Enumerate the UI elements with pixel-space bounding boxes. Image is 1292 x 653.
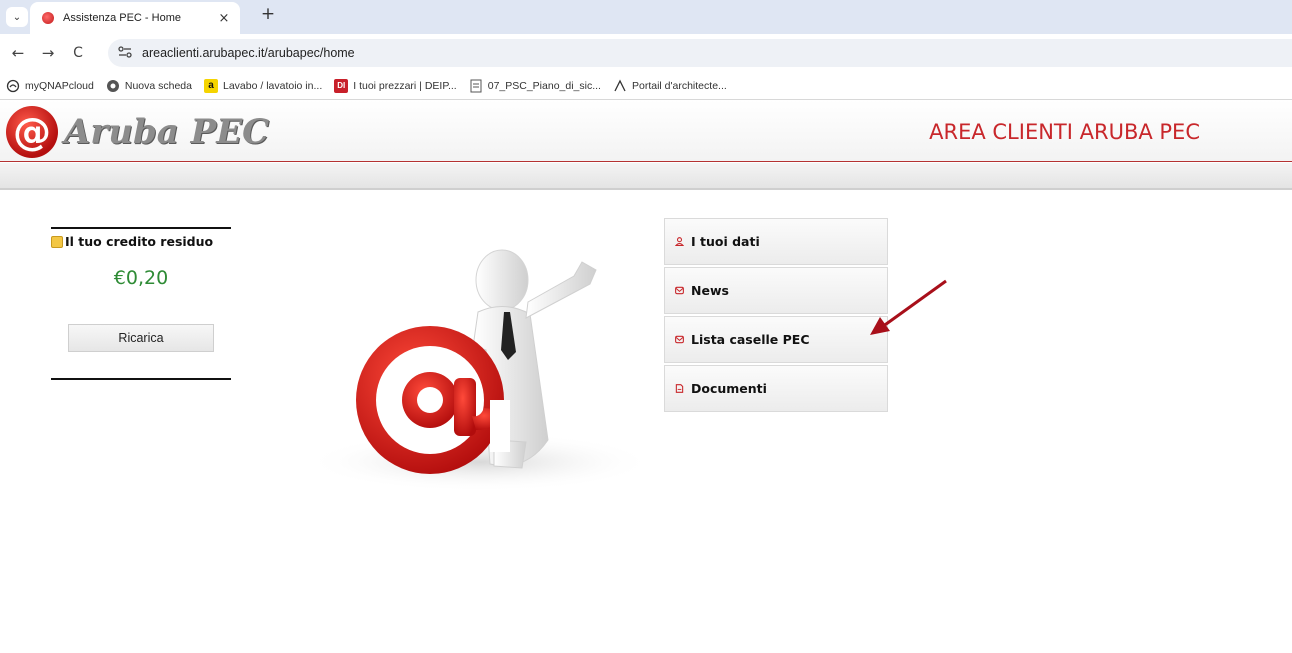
back-button[interactable]: ← xyxy=(8,43,28,63)
mail-icon xyxy=(675,335,684,344)
credit-heading-label: Il tuo credito residuo xyxy=(65,234,214,249)
document-icon xyxy=(469,79,483,93)
menu-item-tuoi-dati[interactable]: I tuoi dati xyxy=(664,218,888,265)
mail-icon xyxy=(675,286,684,295)
browser-toolbar: ← → C areaclienti.arubapec.it/arubapec/h… xyxy=(0,34,1292,72)
user-icon xyxy=(675,237,684,246)
menu-item-label: Documenti xyxy=(691,381,767,396)
aruba-pec-logo[interactable]: @ Aruba PEC xyxy=(6,106,269,158)
header-subbar xyxy=(0,163,1292,190)
new-tab-button[interactable]: + xyxy=(258,4,278,24)
bookmark-label: myQNAPcloud xyxy=(25,79,94,92)
amazon-icon: a xyxy=(204,78,218,93)
menu-item-label: I tuoi dati xyxy=(691,234,760,249)
bookmark-prezzari[interactable]: DI I tuoi prezzari | DEIP... xyxy=(334,78,457,93)
browser-tab-strip: ⌄ Assistenza PEC - Home × + xyxy=(0,0,1292,34)
chrome-icon xyxy=(106,79,120,93)
credit-heading: Il tuo credito residuo xyxy=(51,234,213,249)
mascot-illustration xyxy=(305,249,650,492)
forward-button[interactable]: → xyxy=(38,43,58,63)
bookmark-nuova-scheda[interactable]: Nuova scheda xyxy=(106,79,192,93)
menu-item-news[interactable]: News xyxy=(664,267,888,314)
bookmark-label: Portail d'architecte... xyxy=(631,79,727,92)
browser-tab-active[interactable]: Assistenza PEC - Home × xyxy=(30,2,240,34)
bookmark-label: Nuova scheda xyxy=(124,79,192,92)
aruba-favicon-icon xyxy=(42,12,54,24)
page-title: AREA CLIENTI ARUBA PEC xyxy=(929,120,1200,144)
bookmark-label: Lavabo / lavatoio in... xyxy=(223,79,323,92)
annotation-arrow-icon xyxy=(870,279,947,335)
bookmark-label: I tuoi prezzari | DEIP... xyxy=(353,79,457,92)
caret-icon xyxy=(613,79,627,93)
credit-panel: Il tuo credito residuo €0,20 Ricarica xyxy=(51,227,231,380)
bookmarks-bar: myQNAPcloud Nuova scheda a Lavabo / lava… xyxy=(0,72,1292,100)
url-text: areaclienti.arubapec.it/arubapec/home xyxy=(142,46,355,60)
recharge-button[interactable]: Ricarica xyxy=(68,324,214,352)
cloud-icon xyxy=(6,79,20,93)
address-bar[interactable]: areaclienti.arubapec.it/arubapec/home xyxy=(108,39,1292,67)
bookmark-portail[interactable]: Portail d'architecte... xyxy=(613,79,727,93)
menu-item-lista-caselle-pec[interactable]: Lista caselle PEC xyxy=(664,316,888,363)
reload-button[interactable]: C xyxy=(68,43,88,63)
logo-text: Aruba PEC xyxy=(64,112,270,152)
bookmark-lavabo[interactable]: a Lavabo / lavatoio in... xyxy=(204,78,323,93)
credit-value: €0,20 xyxy=(113,267,169,289)
coins-icon xyxy=(51,235,63,248)
bookmark-label: 07_PSC_Piano_di_sic... xyxy=(487,79,601,92)
tab-close-icon[interactable]: × xyxy=(216,11,232,26)
at-logo-icon: @ xyxy=(6,106,58,158)
menu-item-documenti[interactable]: Documenti xyxy=(664,365,888,412)
dei-icon: DI xyxy=(334,78,349,93)
account-menu: I tuoi dati News Lista caselle PEC Docum… xyxy=(664,218,888,414)
site-header: @ Aruba PEC AREA CLIENTI ARUBA PEC xyxy=(0,100,1292,162)
bookmark-psc[interactable]: 07_PSC_Piano_di_sic... xyxy=(469,79,601,93)
tab-search-dropdown-icon[interactable]: ⌄ xyxy=(6,7,28,27)
document-icon xyxy=(675,384,684,393)
menu-item-label: News xyxy=(691,283,729,298)
bookmark-myqnapcloud[interactable]: myQNAPcloud xyxy=(6,79,94,93)
site-settings-icon[interactable] xyxy=(118,45,132,61)
tab-title: Assistenza PEC - Home xyxy=(63,12,181,24)
menu-item-label: Lista caselle PEC xyxy=(691,332,810,347)
